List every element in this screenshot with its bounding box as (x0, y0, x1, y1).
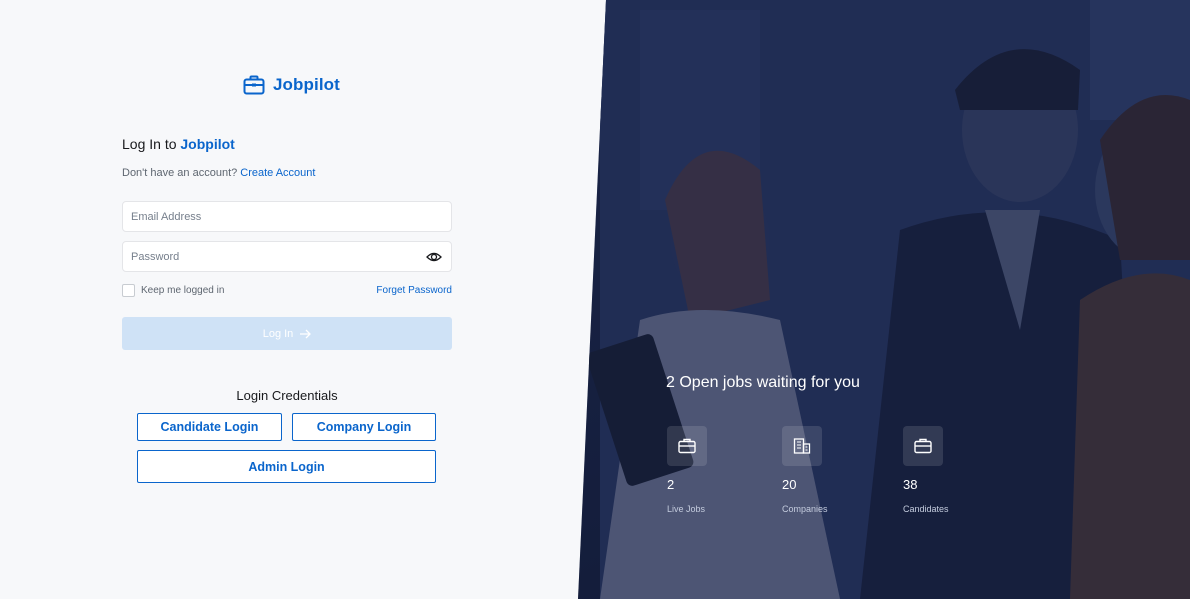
password-placeholder: Password (131, 250, 180, 263)
remember-checkbox[interactable] (122, 284, 135, 297)
briefcase-icon (678, 438, 696, 454)
email-placeholder: Email Address (131, 210, 202, 223)
brand-logo[interactable]: Jobpilot (243, 75, 340, 95)
arrow-right-icon (300, 329, 312, 338)
stat-icon-box (667, 426, 707, 466)
buildings-icon (793, 438, 811, 454)
stat-live-jobs: 2 Live Jobs (667, 426, 707, 514)
admin-login-button[interactable]: Admin Login (137, 450, 436, 483)
stat-companies: 20 Companies (782, 426, 828, 514)
hero-headline: 2 Open jobs waiting for you (666, 374, 860, 391)
forgot-password-link[interactable]: Forget Password (376, 285, 452, 296)
remember-label: Keep me logged in (141, 285, 225, 296)
password-field[interactable]: Password (122, 241, 452, 272)
email-field[interactable]: Email Address (122, 201, 452, 232)
remember-me[interactable]: Keep me logged in (122, 284, 224, 297)
stat-icon-box (903, 426, 943, 466)
briefcase-icon (243, 75, 265, 95)
login-button-label: Log In (262, 327, 294, 340)
briefcase-icon (914, 438, 932, 454)
title-prefix: Log In to (122, 136, 177, 152)
stat-value: 38 (903, 477, 918, 492)
stat-value: 2 (667, 477, 675, 492)
page-title: Log In to Jobpilot (122, 136, 235, 152)
create-account-link[interactable]: Create Account (240, 167, 315, 179)
signup-prompt: Don't have an account? Create Account (122, 167, 315, 179)
stat-label: Companies (782, 504, 828, 514)
stat-value: 20 (782, 477, 797, 492)
signup-prompt-text: Don't have an account? (122, 167, 238, 179)
stat-label: Live Jobs (667, 504, 706, 514)
brand-name: Jobpilot (273, 75, 340, 94)
candidate-login-button[interactable]: Candidate Login (137, 413, 282, 441)
company-login-button[interactable]: Company Login (292, 413, 436, 441)
credentials-title: Login Credentials (236, 388, 338, 403)
stat-candidates: 38 Candidates (903, 426, 949, 514)
eye-icon[interactable] (426, 250, 442, 264)
title-brand: Jobpilot (180, 136, 235, 152)
stat-icon-box (782, 426, 822, 466)
login-button[interactable]: Log In (122, 317, 452, 350)
login-panel: Jobpilot Log In to Jobpilot Don't have a… (0, 0, 606, 599)
stat-label: Candidates (903, 504, 949, 514)
